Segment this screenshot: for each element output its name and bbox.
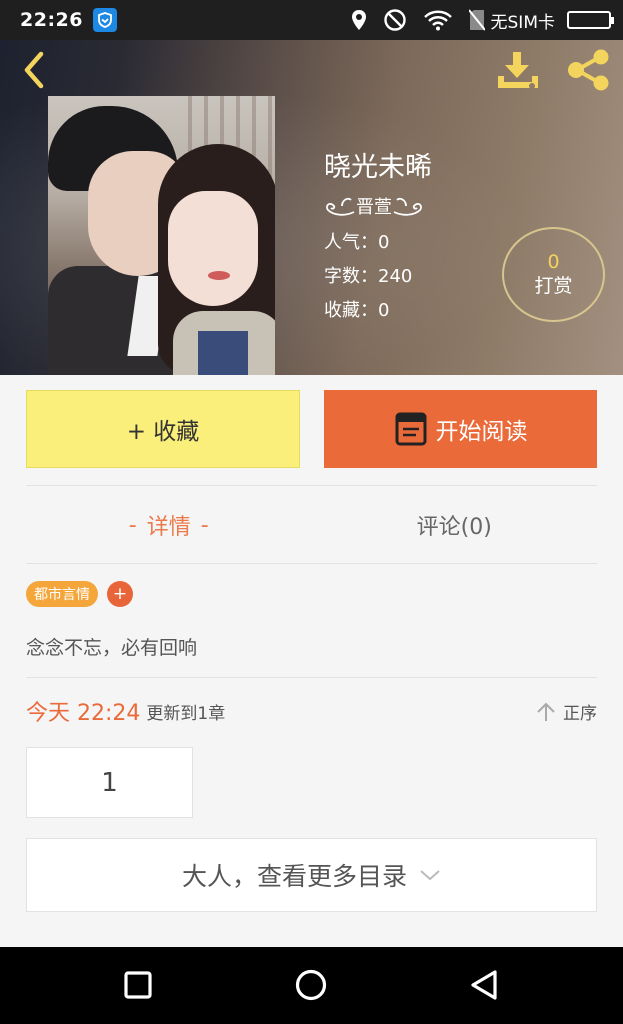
more-catalog-button[interactable]: 大人，查看更多目录 — [26, 838, 597, 912]
detail-tabs: - 详情 - 评论(0) — [26, 487, 597, 563]
sim-status: 无SIM卡 — [490, 12, 555, 33]
book-title: 晓光未晞 — [324, 152, 432, 183]
do-not-disturb-icon — [383, 8, 407, 32]
status-bar: 22:26 无SIM卡 — [0, 0, 623, 40]
book-detail-content: + 收藏 开始阅读 - 详情 - 评论(0) 都市言情 + 念念不忘，必有回响 … — [0, 375, 623, 947]
shield-icon — [92, 8, 117, 32]
divider — [26, 677, 597, 678]
tag-row: 都市言情 + — [26, 581, 133, 607]
book-header: 晓光未晞 晋萱 人气：0 字数：240 收藏：0 0 打赏 — [0, 40, 623, 375]
chapter-page-1[interactable]: 1 — [26, 747, 193, 818]
author-name: 晋萱 — [356, 197, 392, 218]
collect-button[interactable]: + 收藏 — [26, 390, 300, 468]
chevron-down-icon — [420, 870, 440, 881]
book-cover-image[interactable] — [48, 96, 275, 375]
add-tag-button[interactable]: + — [107, 581, 133, 607]
home-button[interactable] — [289, 965, 333, 1005]
update-text: 更新到1章 — [146, 703, 226, 724]
share-icon — [568, 49, 609, 91]
no-sim-icon — [468, 9, 485, 31]
right-ornament-icon — [393, 197, 422, 216]
more-catalog-label: 大人，查看更多目录 — [181, 862, 407, 891]
genre-tag[interactable]: 都市言情 — [26, 581, 98, 607]
divider — [26, 485, 597, 486]
sort-label: 正序 — [563, 703, 597, 724]
nav-recents-icon — [124, 971, 152, 999]
location-icon — [351, 9, 367, 31]
battery-icon — [567, 11, 614, 29]
book-icon — [395, 412, 426, 446]
author[interactable]: 晋萱 — [324, 192, 424, 220]
start-reading-button[interactable]: 开始阅读 — [324, 390, 597, 468]
tab-details[interactable]: - 详情 - — [26, 487, 312, 563]
wifi-icon — [423, 9, 453, 31]
favorites-stat: 收藏：0 — [324, 300, 390, 321]
tab-comments-label: 评论(0) — [416, 515, 492, 540]
arrow-up-icon — [537, 702, 555, 721]
recents-button[interactable] — [116, 965, 160, 1005]
update-date: 今天 22:24 — [26, 701, 141, 726]
left-ornament-icon — [326, 197, 355, 216]
nav-home-icon — [295, 969, 327, 1001]
reward-count: 0 — [547, 250, 560, 273]
tab-comments[interactable]: 评论(0) — [312, 487, 598, 563]
nav-back-icon — [471, 970, 497, 1000]
divider — [26, 563, 597, 564]
reward-label: 打赏 — [534, 274, 573, 297]
update-row: 今天 22:24 更新到1章 正序 — [26, 695, 597, 727]
book-description: 念念不忘，必有回响 — [26, 637, 198, 659]
sort-toggle[interactable]: 正序 — [535, 699, 597, 724]
back-button[interactable] — [16, 50, 52, 90]
popularity-stat: 人气：0 — [324, 232, 390, 253]
download-icon — [498, 52, 538, 89]
nav-back-button[interactable] — [462, 965, 506, 1005]
system-navigation-bar — [0, 947, 623, 1024]
status-time: 22:26 — [20, 9, 83, 31]
download-button[interactable] — [494, 48, 542, 92]
tab-details-label: 详情 — [146, 515, 191, 540]
word-count-stat: 字数：240 — [324, 266, 413, 287]
start-reading-label: 开始阅读 — [435, 419, 528, 445]
share-button[interactable] — [564, 48, 612, 92]
reward-button[interactable]: 0 打赏 — [502, 227, 605, 322]
back-icon — [24, 51, 44, 89]
